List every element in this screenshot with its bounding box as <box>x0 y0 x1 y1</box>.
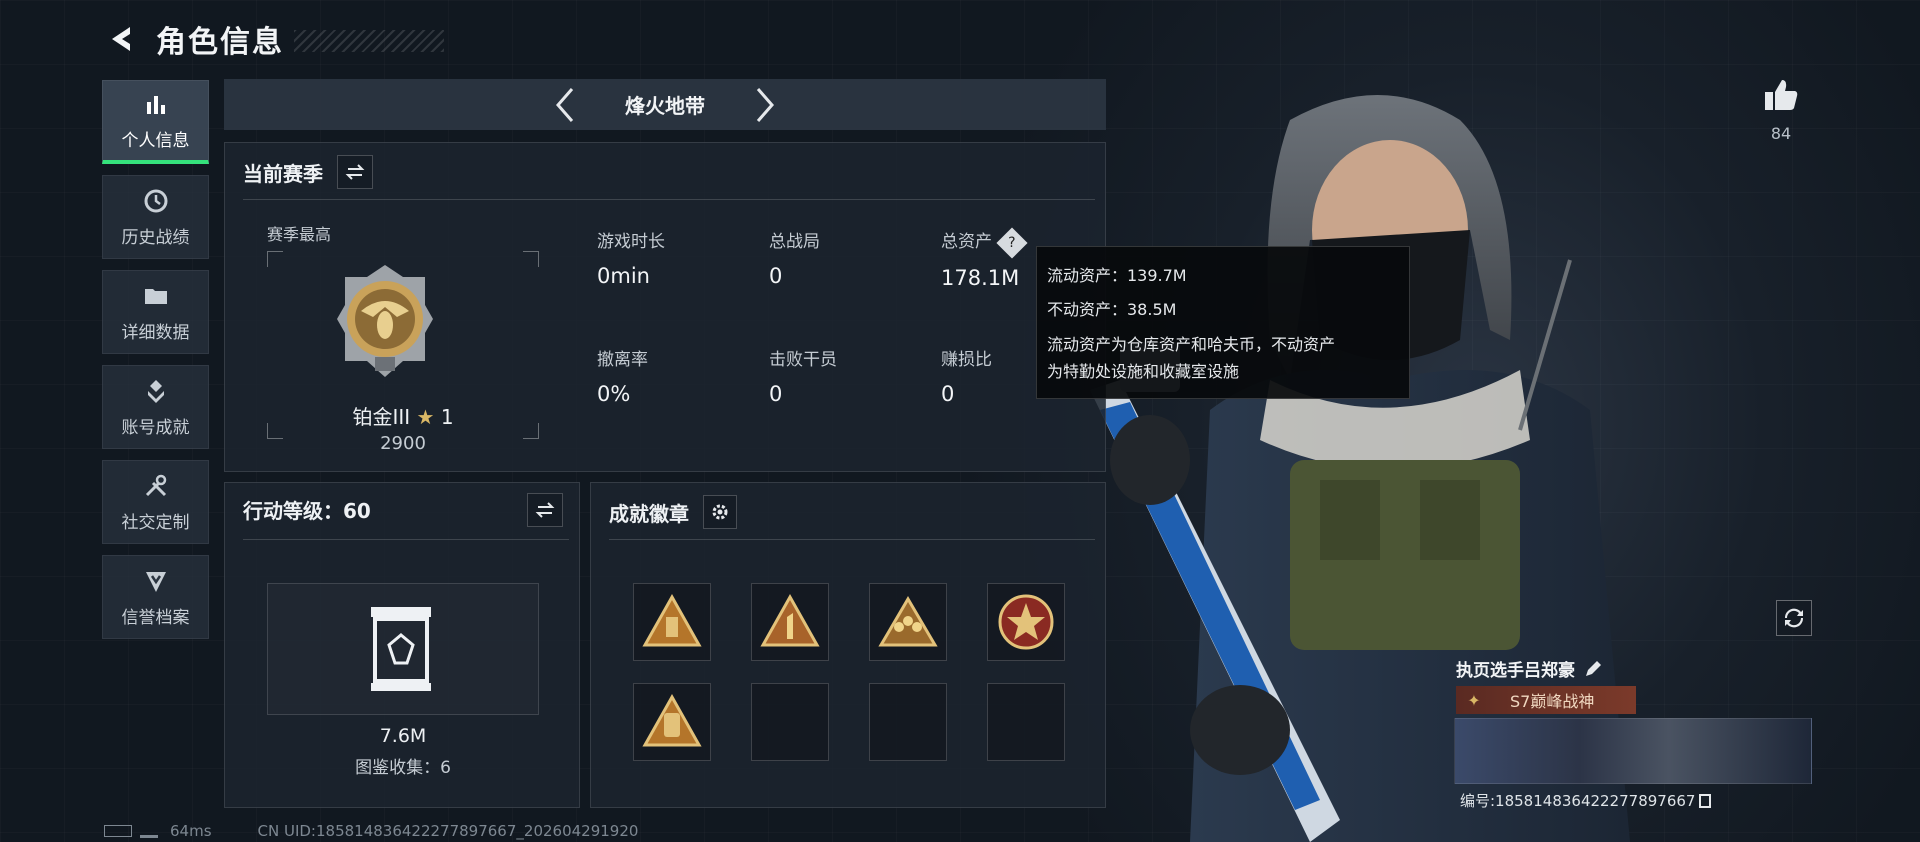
rank-score: 2900 <box>380 433 426 454</box>
refresh-button[interactable] <box>1776 600 1812 636</box>
action-level-switch-button[interactable] <box>527 493 563 527</box>
achievement-icon <box>147 379 164 403</box>
sidebar-item-credit[interactable]: 信誉档案 <box>102 555 209 639</box>
badge-slot[interactable] <box>869 583 947 661</box>
lantern-badge-icon <box>642 693 702 747</box>
player-banner[interactable] <box>1454 718 1812 784</box>
divider <box>609 539 1095 540</box>
like-count: 84 <box>1770 124 1792 143</box>
refresh-icon <box>1784 608 1804 628</box>
season-panel: 当前赛季 赛季最高 铂金III ★ 1 2900 游戏时长 0min 总战局 0… <box>224 142 1106 472</box>
player-name-row: 执页选手吕郑豪 <box>1456 656 1603 681</box>
folder-icon <box>144 288 167 304</box>
bar-chart-icon <box>146 96 165 114</box>
badges-panel: 成就徽章 <box>590 482 1106 808</box>
frame-corner <box>267 251 283 267</box>
tooltip-liquid-assets: 流动资产：139.7M <box>1047 266 1187 285</box>
player-tag-text: S7巅峰战神 <box>1510 692 1595 711</box>
season-best-label: 赛季最高 <box>267 225 332 244</box>
sidebar-item-achievements[interactable]: 账号成就 <box>102 365 209 449</box>
status-bar: 64ms CN UID:1858148364222778976​67_20260… <box>104 822 638 840</box>
action-level-title: 行动等级：60 <box>243 499 371 523</box>
frame-corner <box>523 251 539 267</box>
sidebar-item-label: 历史战绩 <box>121 227 190 248</box>
divider <box>243 539 569 540</box>
sidebar-item-label: 信誉档案 <box>121 607 190 628</box>
tooltip-note-line2: 为特勤处设施和收藏室设施 <box>1047 362 1240 381</box>
chevron-left-icon[interactable] <box>552 85 580 125</box>
tools-icon <box>145 474 166 496</box>
rank-name: 铂金III <box>352 405 411 429</box>
tooltip-note-line1: 流动资产为仓库资产和哈夫币，不动资产 <box>1047 335 1336 354</box>
collection-case-icon <box>371 607 431 691</box>
rank-name-row: 铂金III ★ 1 <box>267 401 539 430</box>
season-switch-button[interactable] <box>337 155 373 189</box>
ping-text: 64ms <box>170 822 212 840</box>
rank-stars: 1 <box>440 405 454 429</box>
sidebar-item-label: 详细数据 <box>121 322 190 343</box>
tooltip-fixed-assets: 不动资产：38.5M <box>1047 300 1177 319</box>
stat-total-matches: 总战局 0 <box>769 232 820 288</box>
badge-slot[interactable] <box>633 683 711 761</box>
player-id: 编号:1858148364222778976​67 <box>1460 792 1696 810</box>
stat-play-time: 游戏时长 0min <box>597 232 665 288</box>
mode-title: 烽火地带 <box>625 94 705 118</box>
stat-operators-defeated: 击败干员 0 <box>769 350 837 406</box>
sidebar-item-label: 个人信息 <box>121 131 190 151</box>
badge-slot-empty[interactable] <box>869 683 947 761</box>
thumbs-up-icon[interactable] <box>1762 76 1800 114</box>
sidebar: 个人信息 历史战绩 详细数据 账号成就 社交定制 信誉档案 <box>102 80 210 650</box>
tag-badge-icon: ✦ <box>1467 690 1481 710</box>
shield-icon <box>145 571 166 592</box>
sidebar-item-label: 社交定制 <box>121 512 190 533</box>
star-icon: ★ <box>416 405 435 429</box>
copy-icon[interactable] <box>1699 793 1712 808</box>
divider <box>243 199 1095 200</box>
sidebar-item-history[interactable]: 历史战绩 <box>102 175 209 259</box>
player-tag: ✦ S7巅峰战神 <box>1456 686 1636 714</box>
title-decoration <box>294 30 444 52</box>
badge-slot-empty[interactable] <box>987 683 1065 761</box>
triangle-badge-icon <box>642 593 702 647</box>
squad-badge-icon <box>878 596 938 647</box>
badge-slot-empty[interactable] <box>751 683 829 761</box>
badge-slot[interactable] <box>987 583 1065 661</box>
season-title: 当前赛季 <box>243 161 323 186</box>
star-medal-icon <box>998 594 1054 650</box>
collection-count: 图鉴收集：6 <box>355 758 451 778</box>
uid-text: CN UID:1858148364222778976​67_2026042919… <box>257 822 639 840</box>
sidebar-item-personal-info[interactable]: 个人信息 <box>102 80 209 164</box>
back-arrow-icon[interactable] <box>104 22 138 56</box>
chevron-right-icon[interactable] <box>750 85 778 125</box>
stat-total-assets: 总资产 ? 178.1M <box>941 227 1028 290</box>
action-level-value: 7.6M <box>379 725 427 747</box>
stat-extraction-rate: 撤离率 0% <box>597 350 648 406</box>
page-title: 角色信息 <box>156 25 284 60</box>
assets-tooltip: 流动资产：139.7M 不动资产：38.5M 流动资产为仓库资产和哈夫币，不动资… <box>1036 246 1410 399</box>
battery-icon <box>104 825 132 837</box>
badge-slot[interactable] <box>751 583 829 661</box>
badges-title: 成就徽章 <box>609 501 689 526</box>
badges-settings-button[interactable] <box>703 495 737 529</box>
action-level-panel: 行动等级：60 7.6M 图鉴收集：6 <box>224 482 580 808</box>
mode-switcher: 烽火地带 <box>224 79 1106 130</box>
player-name: 执页选手吕郑豪 <box>1456 661 1575 681</box>
player-id-row: 编号:1858148364222778976​67 <box>1460 790 1712 811</box>
stat-profit-loss-ratio: 赚损比 0 <box>941 350 992 406</box>
swap-icon <box>535 502 555 518</box>
signal-icon <box>140 824 158 838</box>
sidebar-item-social[interactable]: 社交定制 <box>102 460 209 544</box>
help-icon[interactable]: ? <box>996 227 1028 259</box>
clock-icon <box>144 189 167 212</box>
gear-icon <box>712 504 728 520</box>
edit-pencil-icon[interactable] <box>1583 659 1603 679</box>
sidebar-item-details[interactable]: 详细数据 <box>102 270 209 354</box>
badge-slot[interactable] <box>633 583 711 661</box>
sidebar-item-label: 账号成就 <box>121 417 190 438</box>
swap-icon <box>345 164 365 180</box>
rank-emblem-icon <box>337 265 433 377</box>
triangle-one-badge-icon <box>760 593 820 647</box>
